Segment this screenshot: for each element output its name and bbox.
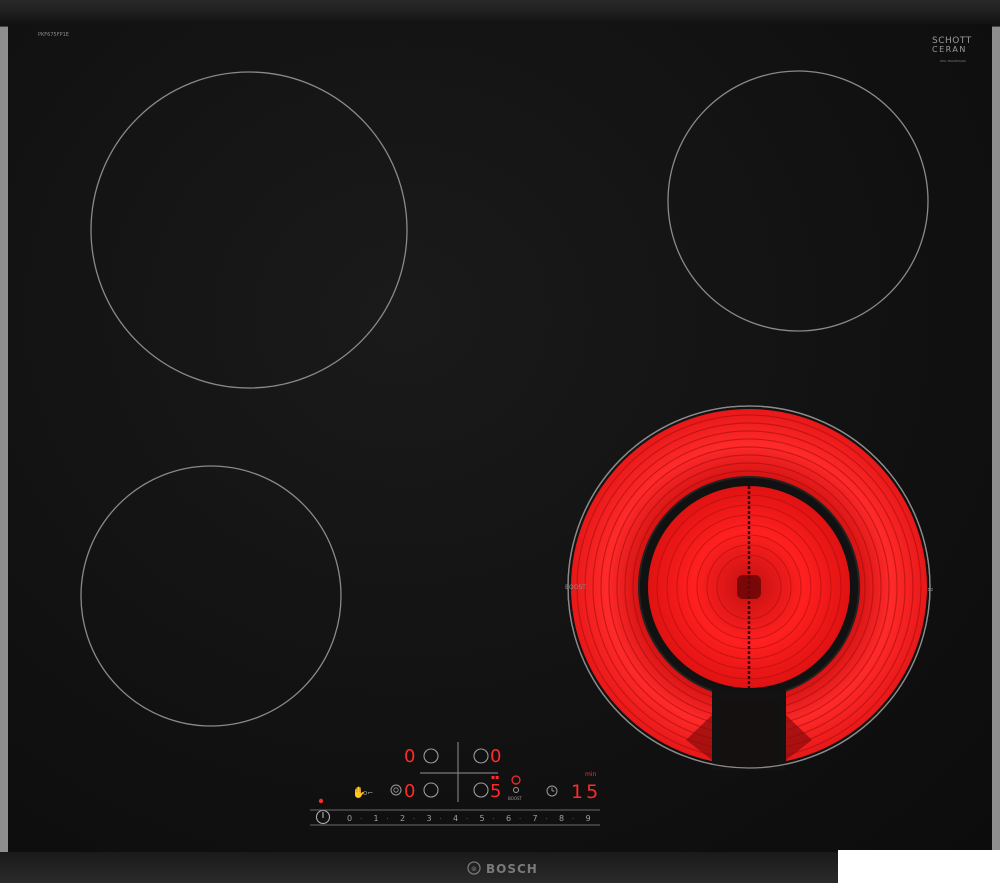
zone-rear-left — [90, 71, 408, 389]
zone-rear-right — [667, 70, 929, 332]
power-button[interactable] — [315, 809, 331, 825]
childlock-button[interactable]: ✋ o⌐ — [352, 786, 373, 799]
slider-tick: · — [413, 815, 415, 823]
slider-tick: · — [493, 815, 495, 823]
glass-brand-line2: CERAN — [932, 45, 967, 54]
zone-boost-label: BOOST — [565, 584, 586, 591]
slider-level-6[interactable]: 6 — [506, 814, 511, 823]
control-panel: 0 0 0 5 ▪▪ BOOST ✋ o⌐ min 15 0 · 1 · 2 ·… — [310, 742, 601, 826]
bosch-logo: ⊗ BOSCH — [467, 861, 538, 876]
slider-tick: · — [360, 815, 362, 823]
power-indicator — [318, 798, 324, 804]
boost-button-label: BOOST — [508, 796, 523, 801]
slider-tick: · — [519, 815, 521, 823]
keep-warm-icon — [390, 784, 402, 796]
slider-level-8[interactable]: 8 — [559, 814, 564, 823]
slider-level-5[interactable]: 5 — [480, 814, 485, 823]
slider-level-0[interactable]: 0 — [347, 814, 352, 823]
timer-unit: min — [585, 771, 597, 778]
display-front-right: 5 — [490, 781, 501, 802]
slider-tick: · — [440, 815, 442, 823]
hob-surface: PKF675FP1E SCHOTT CERAN REG.TRADEMARK BO… — [38, 32, 971, 876]
slider-tick: · — [387, 815, 389, 823]
zone-dual-indicator: ≈ — [927, 585, 934, 594]
slider-level-9[interactable]: 9 — [586, 814, 591, 823]
slider-level-7[interactable]: 7 — [533, 814, 538, 823]
slider-level-3[interactable]: 3 — [427, 814, 432, 823]
brand-name: BOSCH — [486, 862, 538, 876]
display-front-left: 0 — [404, 781, 415, 802]
zone-select-rear-left-button[interactable] — [423, 748, 439, 764]
slider-level-2[interactable]: 2 — [400, 814, 405, 823]
timer-button[interactable] — [546, 785, 558, 797]
white-corner-patch — [838, 850, 1000, 883]
svg-text:⊗: ⊗ — [471, 865, 477, 873]
boost-icon — [511, 775, 521, 785]
zone-select-front-left-button[interactable] — [423, 782, 439, 798]
zone-select-rear-right-button[interactable] — [473, 748, 489, 764]
keep-warm-button[interactable] — [390, 784, 402, 796]
display-front-right-dots: ▪▪ — [491, 774, 499, 781]
display-rear-left: 0 — [404, 746, 415, 767]
display-rear-right: 0 — [490, 746, 501, 767]
model-code: PKF675FP1E — [38, 32, 69, 38]
key-icon: o⌐ — [363, 789, 373, 797]
boost-button[interactable]: BOOST — [508, 775, 523, 801]
slider-tick: · — [466, 815, 468, 823]
slider-tick: · — [572, 815, 574, 823]
slider-tick: · — [546, 815, 548, 823]
glass-brand-sub: REG.TRADEMARK — [940, 59, 967, 63]
timer-display: 15 — [571, 781, 601, 803]
slider-level-1[interactable]: 1 — [374, 814, 379, 823]
zone-front-right-heated — [567, 405, 931, 770]
slider-level-4[interactable]: 4 — [453, 814, 458, 823]
zone-front-left — [80, 465, 342, 727]
zone-select-front-right-button[interactable] — [473, 782, 489, 798]
power-level-slider[interactable]: 0 · 1 · 2 · 3 · 4 · 5 · 6 · 7 · 8 · 9 — [310, 809, 600, 826]
